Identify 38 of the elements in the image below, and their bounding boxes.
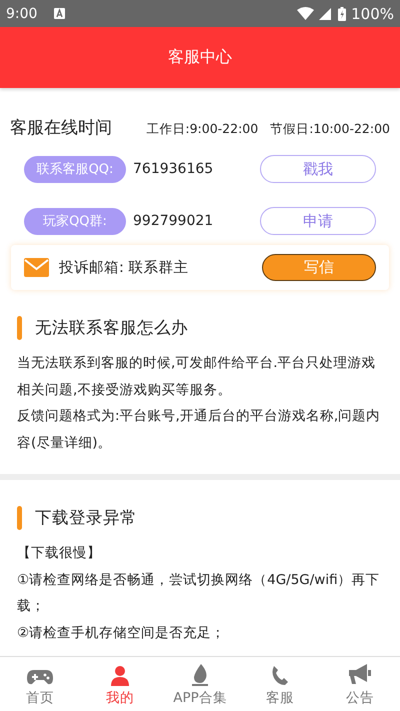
gamepad-icon bbox=[27, 668, 53, 686]
tab[interactable]: APP合集 bbox=[160, 657, 240, 711]
accent-bar bbox=[17, 316, 22, 340]
notification-icon bbox=[54, 8, 66, 19]
tab[interactable]: 客服 bbox=[240, 657, 320, 711]
person-icon bbox=[111, 666, 129, 686]
accent-bar bbox=[17, 506, 22, 530]
page-title: 客服中心 bbox=[168, 47, 232, 68]
signal-icon bbox=[319, 8, 332, 20]
paragraph: 【下载很慢】 bbox=[17, 544, 102, 563]
tab[interactable]: 首页 bbox=[0, 657, 80, 711]
section-title: 下载登录异常 bbox=[35, 507, 137, 529]
paragraph: 反馈问题格式为:平台账号,开通后台的平台游戏名称,问题内容(尽量详细)。 bbox=[17, 407, 382, 452]
write-button[interactable]: 写信 bbox=[262, 254, 376, 281]
status-time: 9:00 bbox=[6, 6, 38, 22]
contact-label: 玩家QQ群: bbox=[24, 208, 126, 234]
section-title: 无法联系客服怎么办 bbox=[35, 317, 188, 339]
paragraph: ②请检查手机存储空间是否充足； bbox=[17, 624, 226, 642]
envelope-icon bbox=[24, 258, 49, 277]
phone-icon bbox=[271, 666, 289, 686]
wifi-icon bbox=[297, 7, 314, 20]
contact-number: 992799021 bbox=[133, 213, 214, 229]
tab[interactable]: 公告 bbox=[320, 657, 400, 711]
holiday-hours: 节假日:10:00-22:00 bbox=[270, 121, 390, 138]
tab[interactable]: 我的 bbox=[80, 657, 160, 711]
workday-hours: 工作日:9:00-22:00 bbox=[146, 121, 258, 138]
battery-level: 100% bbox=[351, 4, 394, 22]
battery-icon bbox=[338, 6, 346, 20]
contact-button[interactable]: 戳我 bbox=[260, 155, 376, 183]
megaphone-icon bbox=[349, 664, 371, 686]
flame-icon bbox=[192, 664, 208, 686]
paragraph: ①请检查网络是否畅通，尝试切换网络（4G/5G/wifi）再下载； bbox=[17, 570, 381, 616]
contact-button[interactable]: 申请 bbox=[260, 207, 376, 235]
contact-number: 761936165 bbox=[133, 161, 214, 177]
paragraph: 当无法联系到客服的时候,可发邮件给平台.平台只处理游戏相关问题,不接受游戏购买等服务。 bbox=[17, 354, 377, 400]
email-text: 投诉邮箱: 联系群主 bbox=[59, 258, 190, 277]
online-time-title: 客服在线时间 bbox=[10, 117, 112, 139]
contact-label: 联系客服QQ: bbox=[24, 156, 126, 182]
